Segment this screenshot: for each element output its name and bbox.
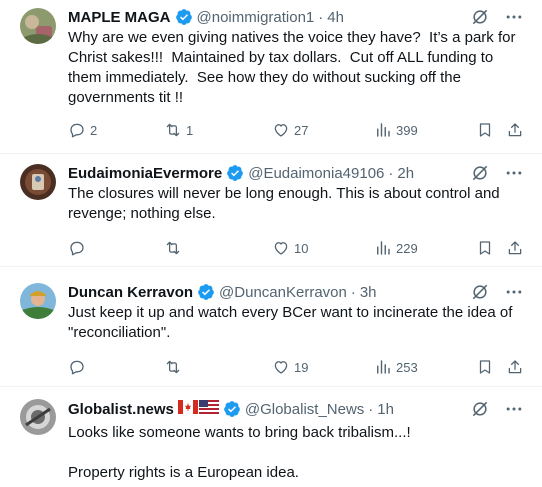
avatar[interactable]: [20, 8, 56, 44]
views-button[interactable]: 399: [374, 120, 418, 140]
display-name[interactable]: Globalist.news: [68, 401, 174, 418]
timestamp[interactable]: 2h: [397, 165, 414, 182]
display-name[interactable]: Duncan Kerravon: [68, 284, 193, 301]
share-button[interactable]: [506, 238, 524, 258]
tweet[interactable]: Globalist.news @Globalist_News · 1h Look…: [0, 387, 542, 487]
tweet[interactable]: Duncan Kerravon @DuncanKerravon · 3h Jus…: [0, 267, 542, 387]
reply-icon: [68, 358, 86, 376]
bookmark-icon: [476, 358, 494, 376]
reply-icon: [68, 121, 86, 139]
like-count: 27: [294, 122, 309, 138]
like-icon: [272, 121, 290, 139]
tweet-header: Duncan Kerravon @DuncanKerravon · 3h: [68, 282, 472, 302]
reply-button[interactable]: [68, 238, 90, 258]
bookmark-button[interactable]: [476, 238, 494, 258]
repost-icon: [164, 121, 182, 139]
tweet-text: Looks like someone wants to bring back t…: [68, 424, 411, 481]
reply-count: 2: [90, 122, 98, 138]
verified-badge-icon: [223, 400, 241, 418]
reply-icon: [68, 239, 86, 257]
flag-emojis: [177, 400, 219, 418]
share-icon: [506, 358, 524, 376]
grok-icon[interactable]: [470, 282, 490, 302]
timestamp[interactable]: 4h: [327, 9, 344, 26]
more-icon[interactable]: [504, 7, 524, 27]
tweet-actions: 10 229: [68, 238, 528, 258]
views-icon: [374, 239, 392, 257]
repost-icon: [164, 358, 182, 376]
tweet-header: MAPLE MAGA @noimmigration1 · 4h: [68, 7, 472, 27]
user-handle[interactable]: @DuncanKerravon: [219, 284, 347, 301]
views-icon: [374, 358, 392, 376]
repost-button[interactable]: [164, 238, 186, 258]
tweet-top-actions: [470, 163, 524, 183]
grok-icon[interactable]: [470, 7, 490, 27]
tweet-top-actions: [470, 7, 524, 27]
tweet-header: EudaimoniaEvermore @Eudaimonia49106 · 2h: [68, 163, 472, 183]
separator-dot: ·: [388, 164, 394, 182]
tweet-actions: 2 1 27 399: [68, 120, 528, 140]
display-name[interactable]: MAPLE MAGA: [68, 9, 171, 26]
verified-badge-icon: [175, 8, 193, 26]
tweet-actions: 19 253: [68, 357, 528, 377]
like-icon: [272, 239, 290, 257]
repost-button[interactable]: 1: [164, 120, 193, 140]
share-icon: [506, 239, 524, 257]
canada-flag-icon: [177, 400, 198, 418]
user-handle[interactable]: @Eudaimonia49106: [248, 165, 384, 182]
verified-badge-icon: [226, 164, 244, 182]
timestamp[interactable]: 1h: [377, 401, 394, 418]
like-button[interactable]: 27: [272, 120, 308, 140]
views-count: 229: [396, 240, 418, 256]
separator-dot: ·: [318, 8, 324, 26]
us-flag-icon: [198, 400, 219, 418]
bookmark-icon: [476, 121, 494, 139]
tweet-top-actions: [470, 282, 524, 302]
avatar[interactable]: [20, 283, 56, 319]
avatar[interactable]: [20, 399, 56, 435]
views-icon: [374, 121, 392, 139]
user-handle[interactable]: @Globalist_News: [245, 401, 364, 418]
tweet[interactable]: EudaimoniaEvermore @Eudaimonia49106 · 2h…: [0, 154, 542, 267]
more-icon[interactable]: [504, 399, 524, 419]
separator-dot: ·: [368, 400, 374, 418]
repost-count: 1: [186, 122, 194, 138]
separator-dot: ·: [350, 283, 356, 301]
repost-button[interactable]: [164, 357, 186, 377]
timestamp[interactable]: 3h: [360, 284, 377, 301]
views-count: 253: [396, 359, 418, 375]
reply-button[interactable]: [68, 357, 90, 377]
repost-icon: [164, 239, 182, 257]
grok-icon[interactable]: [470, 399, 490, 419]
more-icon[interactable]: [504, 163, 524, 183]
tweet-text: The closures will never be long enough. …: [68, 185, 504, 222]
avatar[interactable]: [20, 164, 56, 200]
tweet[interactable]: MAPLE MAGA @noimmigration1 · 4h Why are …: [0, 0, 542, 154]
user-handle[interactable]: @noimmigration1: [197, 9, 315, 26]
tweet-feed: MAPLE MAGA @noimmigration1 · 4h Why are …: [0, 0, 542, 487]
like-count: 19: [294, 359, 309, 375]
like-count: 10: [294, 240, 309, 256]
grok-icon[interactable]: [470, 163, 490, 183]
reply-button[interactable]: 2: [68, 120, 97, 140]
like-icon: [272, 358, 290, 376]
tweet-top-actions: [470, 399, 524, 419]
display-name[interactable]: EudaimoniaEvermore: [68, 165, 222, 182]
tweet-text: Why are we even giving natives the voice…: [68, 29, 520, 106]
share-icon: [506, 121, 524, 139]
like-button[interactable]: 19: [272, 357, 308, 377]
bookmark-button[interactable]: [476, 120, 494, 140]
views-button[interactable]: 253: [374, 357, 418, 377]
more-icon[interactable]: [504, 282, 524, 302]
tweet-header: Globalist.news @Globalist_News · 1h: [68, 399, 472, 419]
share-button[interactable]: [506, 357, 524, 377]
share-button[interactable]: [506, 120, 524, 140]
views-count: 399: [396, 122, 418, 138]
bookmark-icon: [476, 239, 494, 257]
bookmark-button[interactable]: [476, 357, 494, 377]
like-button[interactable]: 10: [272, 238, 308, 258]
views-button[interactable]: 229: [374, 238, 418, 258]
tweet-text: Just keep it up and watch every BCer wan…: [68, 304, 517, 341]
verified-badge-icon: [197, 283, 215, 301]
